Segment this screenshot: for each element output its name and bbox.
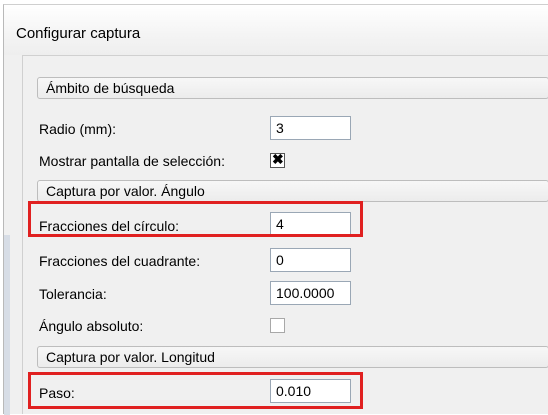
show-selection-label: Mostrar pantalla de selección:: [39, 153, 225, 169]
radius-label: Radio (mm):: [39, 121, 117, 137]
show-selection-checkbox[interactable]: ✖: [270, 151, 285, 168]
section-search-scope: Ámbito de búsqueda: [37, 77, 548, 99]
checked-mark-icon: ✖: [272, 151, 284, 167]
quadrant-fractions-input[interactable]: [270, 248, 351, 272]
quadrant-fractions-label: Fracciones del cuadrante:: [39, 253, 201, 269]
tolerance-input[interactable]: [270, 281, 351, 305]
tolerance-label: Tolerancia:: [39, 286, 107, 302]
window-title: Configurar captura: [16, 25, 141, 42]
highlight-step: [28, 372, 363, 409]
window-edge-strip: [4, 235, 10, 415]
configure-capture-window: Configurar captura Ámbito de búsqueda Ra…: [3, 4, 548, 415]
absolute-angle-label: Ángulo absoluto:: [39, 318, 144, 334]
radius-input[interactable]: [270, 116, 351, 140]
section-length-capture: Captura por valor. Longitud: [37, 346, 548, 368]
settings-panel: Ámbito de búsqueda Radio (mm): Mostrar p…: [22, 55, 548, 414]
absolute-angle-checkbox[interactable]: [270, 318, 285, 333]
highlight-circle-fractions: [28, 201, 363, 237]
section-angle-capture: Captura por valor. Ángulo: [37, 180, 548, 202]
title-bar[interactable]: Configurar captura: [4, 5, 548, 55]
